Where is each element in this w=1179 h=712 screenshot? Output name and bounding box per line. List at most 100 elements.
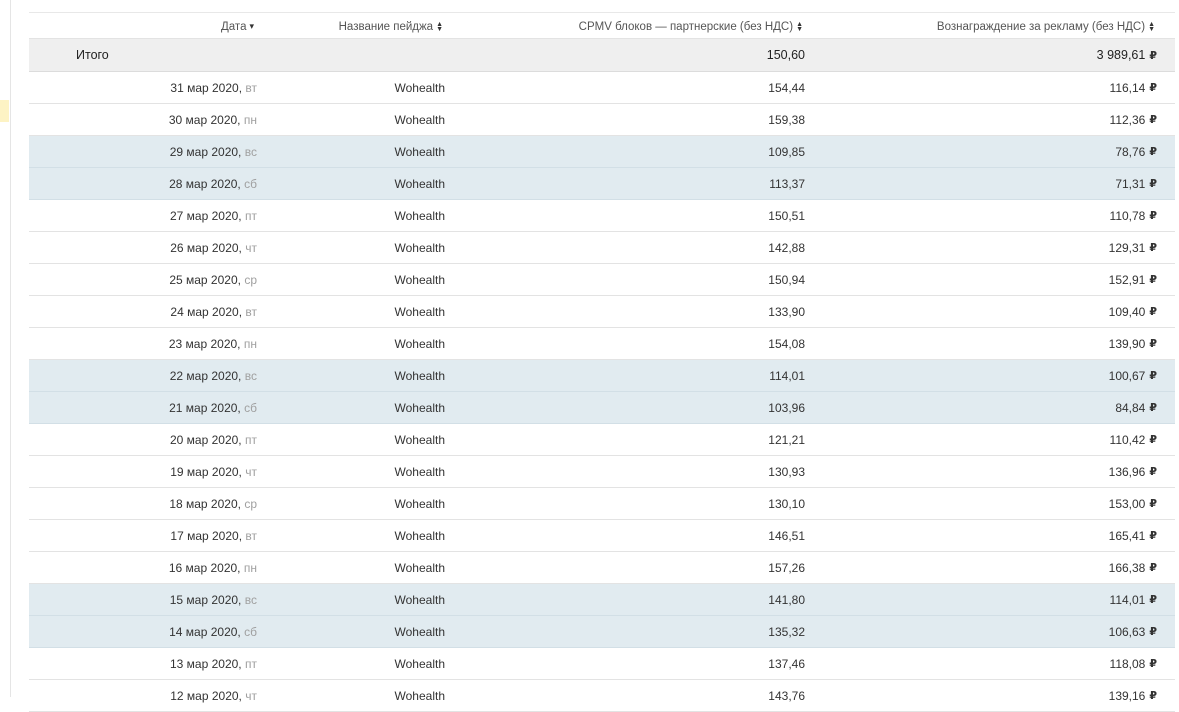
left-panel-border — [10, 0, 11, 697]
cell-date: 13 мар 2020, пт — [29, 648, 257, 679]
cell-date: 21 мар 2020, сб — [29, 392, 257, 423]
column-header-page-name[interactable]: Название пейджа ▲ ▼ — [257, 13, 443, 39]
cell-cpmv: 113,37 — [769, 176, 805, 191]
ruble-icon: ₽ — [1149, 306, 1157, 318]
ruble-icon: ₽ — [1149, 434, 1157, 446]
cell-cpmv: 130,93 — [768, 464, 805, 479]
cell-page-name: Wohealth — [394, 432, 445, 447]
day-of-week: пн — [243, 112, 257, 127]
revenue-value: 166,38 — [1108, 560, 1146, 575]
date-text: 25 мар 2020, — [169, 272, 241, 287]
column-header-date-label[interactable]: Дата — [221, 21, 246, 33]
table-row: 18 мар 2020, ср Wohealth 130,10 153,00 ₽ — [29, 488, 1175, 520]
cell-page-name: Wohealth — [394, 176, 445, 191]
cell-page-name: Wohealth — [394, 272, 445, 287]
cell-cpmv: 137,46 — [768, 656, 805, 671]
date-text: 16 мар 2020, — [168, 560, 241, 575]
table-row: 13 мар 2020, пт Wohealth 137,46 118,08 ₽ — [29, 648, 1175, 680]
cell-cpmv: 130,10 — [768, 496, 805, 511]
cell-date: 12 мар 2020, чт — [29, 680, 257, 711]
cell-cpmv: 154,44 — [768, 80, 805, 95]
column-header-page-name-label[interactable]: Название пейджа — [339, 21, 433, 33]
day-of-week: чт — [245, 464, 257, 479]
cell-date: 26 мар 2020, чт — [29, 232, 257, 263]
cell-cpmv: 154,08 — [768, 336, 805, 351]
cell-page-name: Wohealth — [394, 688, 445, 703]
day-of-week: вт — [245, 304, 257, 319]
cell-page-name: Wohealth — [394, 464, 445, 479]
revenue-value: 165,41 — [1108, 528, 1146, 543]
revenue-value: 116,14 — [1109, 80, 1146, 95]
day-of-week: чт — [245, 688, 257, 703]
cell-page-name: Wohealth — [394, 368, 445, 383]
cell-page-name: Wohealth — [394, 336, 445, 351]
cell-page-name: Wohealth — [394, 656, 445, 671]
day-of-week: пн — [243, 336, 257, 351]
sort-descending-icon[interactable]: ▾ — [249, 22, 254, 31]
date-text: 18 мар 2020, — [169, 496, 241, 511]
date-text: 15 мар 2020, — [169, 592, 242, 607]
ruble-icon: ₽ — [1149, 690, 1157, 702]
ruble-icon: ₽ — [1149, 274, 1157, 286]
cell-cpmv: 114,01 — [769, 368, 805, 383]
revenue-value: 109,40 — [1108, 304, 1146, 319]
day-of-week: вт — [245, 80, 257, 95]
cell-revenue: 112,36 ₽ — [805, 104, 1157, 135]
cell-date: 31 мар 2020, вт — [29, 72, 257, 103]
revenue-value: 110,42 — [1109, 432, 1146, 447]
sort-toggle-icon[interactable]: ▲ ▼ — [1148, 21, 1155, 33]
cell-date: 24 мар 2020, вт — [29, 296, 257, 327]
cell-revenue: 129,31 ₽ — [805, 232, 1157, 263]
cell-revenue: 78,76 ₽ — [805, 136, 1157, 167]
cell-page-name: Wohealth — [394, 208, 445, 223]
ruble-icon: ₽ — [1149, 658, 1157, 670]
cell-date: 19 мар 2020, чт — [29, 456, 257, 487]
day-of-week: пт — [245, 656, 257, 671]
day-of-week: ср — [244, 272, 257, 287]
day-of-week: пт — [245, 208, 257, 223]
ruble-icon: ₽ — [1149, 242, 1157, 254]
column-header-cpmv[interactable]: CPMV блоков — партнерские (без НДС) ▲ ▼ — [445, 13, 803, 39]
revenue-value: 139,90 — [1108, 336, 1146, 351]
cell-cpmv: 135,32 — [768, 624, 805, 639]
revenue-value: 129,31 — [1108, 240, 1146, 255]
sort-toggle-icon[interactable]: ▲ ▼ — [436, 21, 443, 33]
date-text: 29 мар 2020, — [169, 144, 242, 159]
cell-revenue: 136,96 ₽ — [805, 456, 1157, 487]
date-text: 17 мар 2020, — [170, 528, 243, 543]
revenue-value: 114,01 — [1109, 592, 1146, 607]
cell-date: 16 мар 2020, пн — [29, 552, 257, 583]
revenue-value: 118,08 — [1109, 656, 1146, 671]
cell-revenue: 106,63 ₽ — [805, 616, 1157, 647]
table-header: Дата ▾ Название пейджа ▲ ▼ CPMV блоков —… — [29, 13, 1175, 39]
table-row: 30 мар 2020, пн Wohealth 159,38 112,36 ₽ — [29, 104, 1175, 136]
ruble-icon: ₽ — [1149, 626, 1157, 638]
date-text: 19 мар 2020, — [170, 464, 242, 479]
total-row: Итого 150,60 3 989,61 ₽ — [29, 39, 1175, 72]
revenue-value: 112,36 — [1109, 112, 1146, 127]
column-header-cpmv-label[interactable]: CPMV блоков — партнерские (без НДС) — [579, 21, 793, 33]
date-text: 12 мар 2020, — [170, 688, 242, 703]
cell-page-name: Wohealth — [394, 80, 445, 95]
day-of-week: чт — [245, 240, 257, 255]
cell-revenue: 166,38 ₽ — [805, 552, 1157, 583]
revenue-value: 78,76 — [1115, 144, 1146, 159]
day-of-week: вс — [244, 592, 257, 607]
column-header-revenue-label[interactable]: Вознаграждение за рекламу (без НДС) — [937, 21, 1145, 33]
revenue-value: 139,16 — [1108, 688, 1146, 703]
cell-revenue: 71,31 ₽ — [805, 168, 1157, 199]
cell-cpmv: 141,80 — [768, 592, 805, 607]
cell-revenue: 153,00 ₽ — [805, 488, 1157, 519]
column-header-date[interactable]: Дата ▾ — [29, 13, 254, 39]
table-row: 15 мар 2020, вс Wohealth 141,80 114,01 ₽ — [29, 584, 1175, 616]
cell-date: 22 мар 2020, вс — [29, 360, 257, 391]
day-of-week: вс — [244, 368, 257, 383]
revenue-value: 100,67 — [1108, 368, 1146, 383]
cell-revenue: 84,84 ₽ — [805, 392, 1157, 423]
cell-cpmv: 142,88 — [768, 240, 805, 255]
column-header-revenue[interactable]: Вознаграждение за рекламу (без НДС) ▲ ▼ — [805, 13, 1155, 39]
table-row: 26 мар 2020, чт Wohealth 142,88 129,31 ₽ — [29, 232, 1175, 264]
ruble-icon: ₽ — [1149, 82, 1157, 94]
sort-toggle-icon[interactable]: ▲ ▼ — [796, 21, 803, 33]
day-of-week: пн — [243, 560, 257, 575]
